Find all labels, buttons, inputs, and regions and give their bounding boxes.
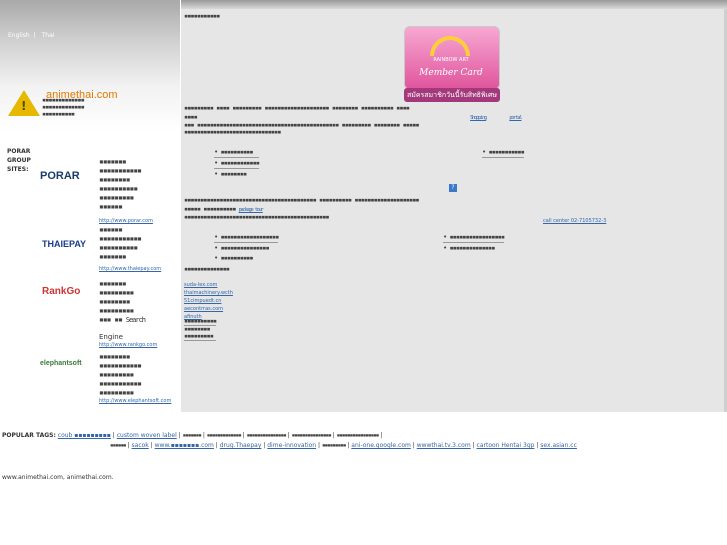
tag-link[interactable]: ▪▪▪▪▪▪ — [110, 442, 127, 449]
top-strip — [181, 0, 727, 9]
list-item: • ▪▪▪▪▪▪▪▪ — [214, 170, 247, 178]
thaiepay-logo[interactable]: THAIEPAY — [42, 239, 86, 249]
related-links: suda-lex.com thaimachinery.wcth 51cimpue… — [184, 281, 233, 321]
elephantsoft-desc: ▪▪▪▪▪▪▪▪ ▪▪▪▪▪▪▪▪▪▪▪ ▪▪▪▪▪▪▪▪▪ ▪▪▪▪▪▪▪▪▪… — [99, 352, 142, 397]
site-tagline: ▪▪▪▪▪▪▪▪▪▪▪▪▪ ▪▪▪▪▪▪▪▪▪▪▪▪▪ ▪▪▪▪▪▪▪▪▪▪ — [42, 96, 85, 118]
lang-english-link[interactable]: English — [8, 32, 30, 39]
tag-link[interactable]: dime-innovation — [267, 442, 316, 449]
tag-link[interactable]: drug.Thaepay — [220, 442, 262, 449]
warning-mark-icon: ! — [21, 99, 27, 113]
shopping-link[interactable]: Shopping — [470, 115, 487, 121]
popular-tags: POPULAR TAGS: coub ▪▪▪▪▪▪▪▪▪ | custom wo… — [2, 432, 577, 449]
card-caption[interactable]: สมัครสมาชิกวันนี้รับสิทธิพิเศษ — [404, 88, 500, 102]
tour-list-2: • ▪▪▪▪▪▪▪▪▪▪▪▪▪▪▪▪▪ • ▪▪▪▪▪▪▪▪▪▪▪▪▪▪ — [443, 232, 505, 253]
tags-title: POPULAR TAGS: — [2, 432, 56, 439]
feature-list-2: • ▪▪▪▪▪▪▪▪▪▪▪ — [482, 147, 525, 158]
tag-link[interactable]: www.▪▪▪▪▪▪▪.com — [155, 442, 214, 449]
portal-link[interactable]: portal — [509, 115, 522, 121]
elephantsoft-logo[interactable]: elephantsoft — [40, 360, 82, 367]
rankgo-desc: ▪▪▪▪▪▪▪ ▪▪▪▪▪▪▪▪▪ ▪▪▪▪▪▪▪▪ ▪▪▪▪▪▪▪▪▪ ▪▪▪… — [99, 279, 146, 324]
tag-link[interactable]: ani-one.google.com — [351, 442, 411, 449]
tag-link[interactable]: ▪▪▪▪▪▪▪ — [183, 432, 202, 439]
list-item: • ▪▪▪▪▪▪▪▪▪▪ — [214, 254, 254, 262]
list-item: • ▪▪▪▪▪▪▪▪▪▪▪▪▪▪ — [443, 244, 495, 252]
tag-link[interactable]: sex.asian.cc — [540, 442, 577, 449]
thaiepay-desc: ▪▪▪▪▪▪ ▪▪▪▪▪▪▪▪▪▪▪ ▪▪▪▪▪▪▪▪▪▪ ▪▪▪▪▪▪▪ — [99, 225, 142, 261]
card-brand: RAINBOW ART — [433, 57, 469, 63]
related-link[interactable]: 51cimpuedt.cn — [184, 297, 233, 305]
porar-url[interactable]: http://www.porar.com — [99, 218, 153, 224]
tag-link[interactable]: ▪▪▪▪▪▪▪▪▪▪▪▪▪▪▪ — [247, 432, 287, 439]
related-link[interactable]: aecontrras.com — [184, 305, 233, 313]
tag-link[interactable]: ▪▪▪▪▪▪▪▪▪▪▪▪▪ — [207, 432, 242, 439]
tag-link[interactable]: ▪▪▪▪▪▪▪▪▪▪▪▪▪▪▪ — [292, 432, 332, 439]
card-title: Member Card — [419, 68, 483, 78]
feature-list: • ▪▪▪▪▪▪▪▪▪▪ • ▪▪▪▪▪▪▪▪▪▪▪▪ • ▪▪▪▪▪▪▪▪ — [214, 147, 260, 179]
porar-logo[interactable]: PORAR — [40, 170, 80, 182]
help-icon[interactable]: ? — [449, 184, 457, 192]
sites-label: PORAR GROUP SITES: — [7, 148, 31, 173]
list-item: • ▪▪▪▪▪▪▪▪▪▪▪▪▪▪▪▪▪▪ — [214, 233, 279, 243]
language-bar: English | Thai — [8, 32, 55, 39]
tour-list: • ▪▪▪▪▪▪▪▪▪▪▪▪▪▪▪▪▪▪ • ▪▪▪▪▪▪▪▪▪▪▪▪▪▪▪ •… — [214, 232, 279, 263]
elephantsoft-url[interactable]: http://www.elephantsoft.com — [99, 398, 171, 404]
tag-link[interactable]: custom woven label — [117, 432, 177, 439]
rankgo-logo[interactable]: RankGo — [42, 286, 80, 297]
thaiepay-url[interactable]: http://www.thaiepay.com — [99, 266, 161, 272]
rankgo-url[interactable]: http://www.rankgo.com — [99, 342, 157, 348]
lang-thai-link[interactable]: Thai — [42, 32, 55, 39]
related-text: ▪▪▪▪▪▪▪▪▪▪ ▪▪▪▪▪▪▪▪ ▪▪▪▪▪▪▪▪▪ — [184, 317, 217, 341]
tag-link[interactable]: wwwthai.tv.3.com — [417, 442, 471, 449]
copyright: www.animethai.com, animethai.com. — [2, 474, 114, 481]
tag-link[interactable]: ▪▪▪▪▪▪▪▪▪ — [322, 442, 346, 449]
call-center-link[interactable]: call center 02-7105732-3 — [543, 218, 606, 224]
list-item: • ▪▪▪▪▪▪▪▪▪▪▪ — [482, 148, 525, 158]
list-item: • ▪▪▪▪▪▪▪▪▪▪▪▪ — [214, 159, 260, 169]
porar-desc: ▪▪▪▪▪▪▪ ▪▪▪▪▪▪▪▪▪▪▪ ▪▪▪▪▪▪▪▪ ▪▪▪▪▪▪▪▪▪▪ … — [99, 157, 142, 211]
list-item: • ▪▪▪▪▪▪▪▪▪▪▪▪▪▪▪▪▪ — [443, 233, 505, 243]
intro-paragraph: ▪▪▪▪▪▪▪▪▪ ▪▪▪▪ ▪▪▪▪▪▪▪▪▪ ▪▪▪▪▪▪▪▪▪▪▪▪▪▪▪… — [184, 104, 522, 136]
related-link[interactable]: suda-lex.com — [184, 281, 233, 289]
tag-link[interactable]: cartoon Hentai 3gp — [477, 442, 535, 449]
tag-link[interactable]: ▪▪▪▪▪▪▪▪▪▪▪▪▪▪▪▪ — [337, 432, 380, 439]
tag-link[interactable]: coub ▪▪▪▪▪▪▪▪▪ — [58, 432, 111, 439]
list-item: • ▪▪▪▪▪▪▪▪▪▪ — [214, 147, 260, 158]
main-heading: ▪▪▪▪▪▪▪▪▪▪▪ — [184, 12, 220, 20]
rankgo-engine: Engine — [99, 333, 123, 341]
related-link[interactable]: thaimachinery.wcth — [184, 289, 233, 297]
list-item: • ▪▪▪▪▪▪▪▪▪▪▪▪▪▪▪ — [214, 244, 270, 252]
tag-link[interactable]: sacok — [132, 442, 149, 449]
section-heading: ▪▪▪▪▪▪▪▪▪▪▪▪▪▪ — [184, 265, 230, 273]
